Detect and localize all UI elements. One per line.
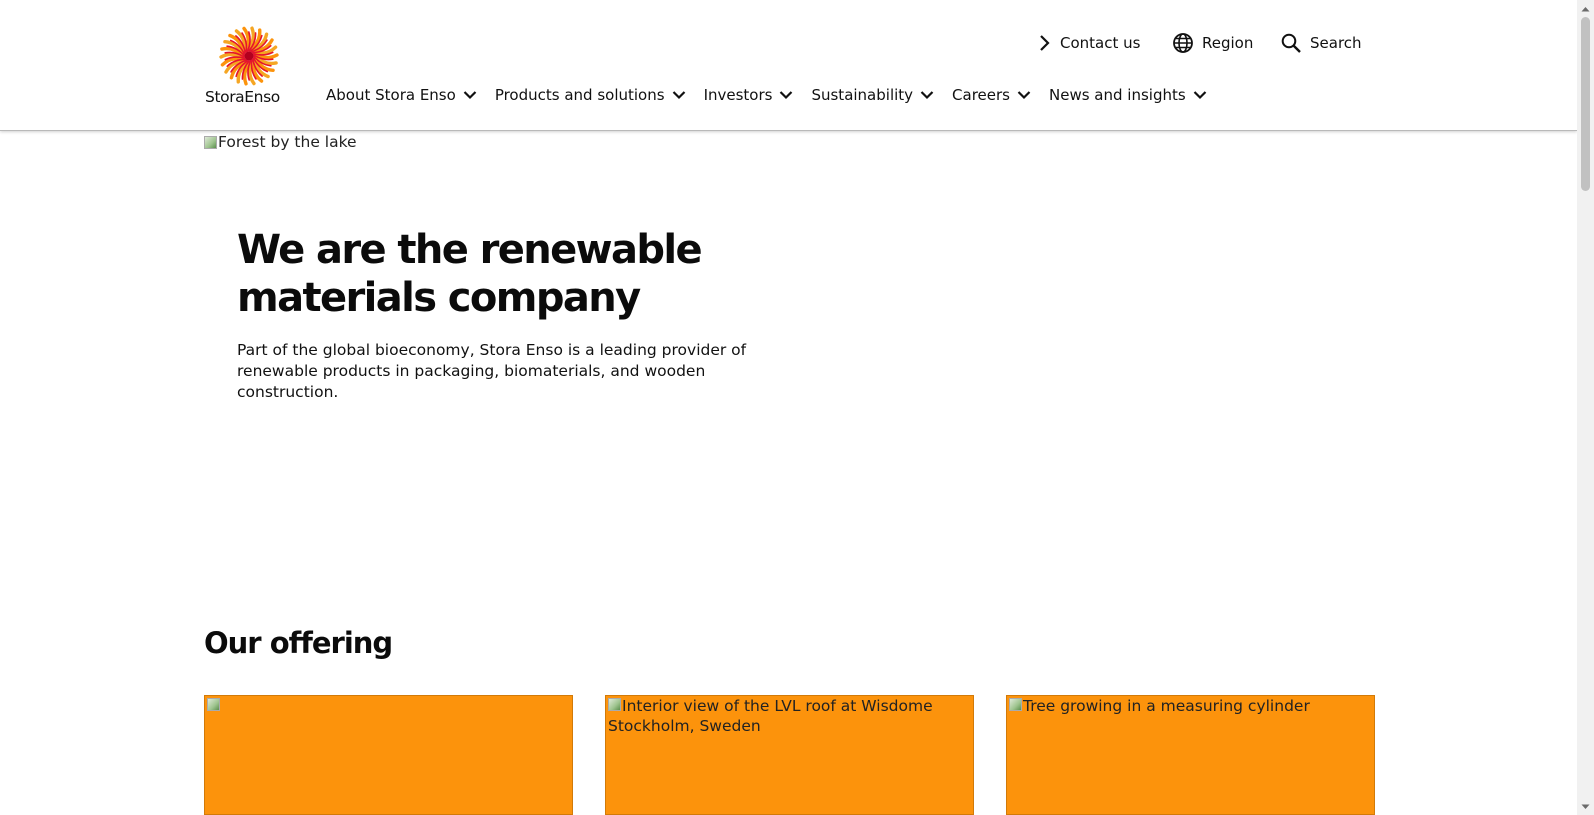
contact-us-link[interactable]: Contact us (1038, 30, 1140, 56)
nav-news-label: News and insights (1049, 86, 1186, 104)
offering-card-image: Tree growing in a measuring cylinder (1007, 696, 1374, 716)
logo-wordmark: StoraEnso (205, 88, 280, 106)
scrollbar-thumb[interactable] (1581, 17, 1590, 191)
chevron-down-icon (1017, 91, 1031, 100)
contact-us-label: Contact us (1060, 34, 1141, 52)
hero-image-alt: Forest by the lake (218, 133, 357, 151)
scroll-up-arrow-icon[interactable] (1577, 0, 1594, 17)
broken-image-icon (608, 698, 621, 711)
vertical-scrollbar[interactable] (1577, 0, 1594, 815)
scroll-down-arrow-icon[interactable] (1577, 798, 1594, 815)
nav-products[interactable]: Products and solutions (495, 86, 686, 104)
offering-title: Our offering (204, 626, 393, 660)
nav-careers[interactable]: Careers (952, 86, 1031, 104)
nav-news[interactable]: News and insights (1049, 86, 1207, 104)
chevron-down-icon (780, 91, 793, 100)
broken-image-icon (204, 135, 217, 149)
chevron-down-icon (672, 91, 685, 100)
site-header: StoraEnso Contact us Region Search About… (0, 0, 1577, 131)
hero-image: Forest by the lake (204, 132, 544, 152)
nav-investors-label: Investors (703, 86, 773, 104)
offering-card[interactable] (204, 695, 573, 815)
sun-logo-icon (219, 26, 279, 86)
broken-image-icon (1009, 698, 1022, 711)
offering-card-image: Interior view of the LVL roof at Wisdome… (606, 696, 973, 736)
search-icon (1281, 33, 1301, 53)
nav-about[interactable]: About Stora Enso (326, 86, 477, 104)
offering-card[interactable]: Interior view of the LVL roof at Wisdome… (605, 695, 974, 815)
search-button[interactable]: Search (1280, 30, 1362, 56)
region-label: Region (1202, 34, 1254, 52)
nav-sustainability[interactable]: Sustainability (811, 86, 934, 104)
nav-investors[interactable]: Investors (704, 86, 794, 104)
offering-card-image-alt: Tree growing in a measuring cylinder (1023, 697, 1310, 715)
main-navigation: About Stora Enso Products and solutions … (326, 86, 1225, 104)
nav-sustainability-label: Sustainability (811, 86, 914, 104)
hero-title: We are the renewable materials company (237, 227, 703, 321)
nav-careers-label: Careers (952, 86, 1010, 104)
chevron-right-icon (1040, 35, 1050, 51)
chevron-down-icon (1193, 91, 1206, 100)
chevron-down-icon (463, 91, 477, 100)
region-selector[interactable]: Region (1172, 30, 1253, 56)
offering-card-image-alt: Interior view of the LVL roof at Wisdome… (608, 697, 933, 735)
search-label: Search (1310, 34, 1362, 52)
chevron-down-icon (920, 91, 934, 100)
stora-enso-logo[interactable]: StoraEnso (205, 26, 295, 110)
globe-icon (1173, 33, 1193, 53)
hero-description: Part of the global bioeconomy, Stora Ens… (237, 341, 747, 401)
nav-products-label: Products and solutions (494, 86, 665, 104)
offering-card[interactable]: Tree growing in a measuring cylinder (1006, 695, 1375, 815)
nav-about-label: About Stora Enso (326, 86, 456, 104)
offering-card-image (205, 696, 572, 716)
broken-image-icon (207, 698, 220, 711)
